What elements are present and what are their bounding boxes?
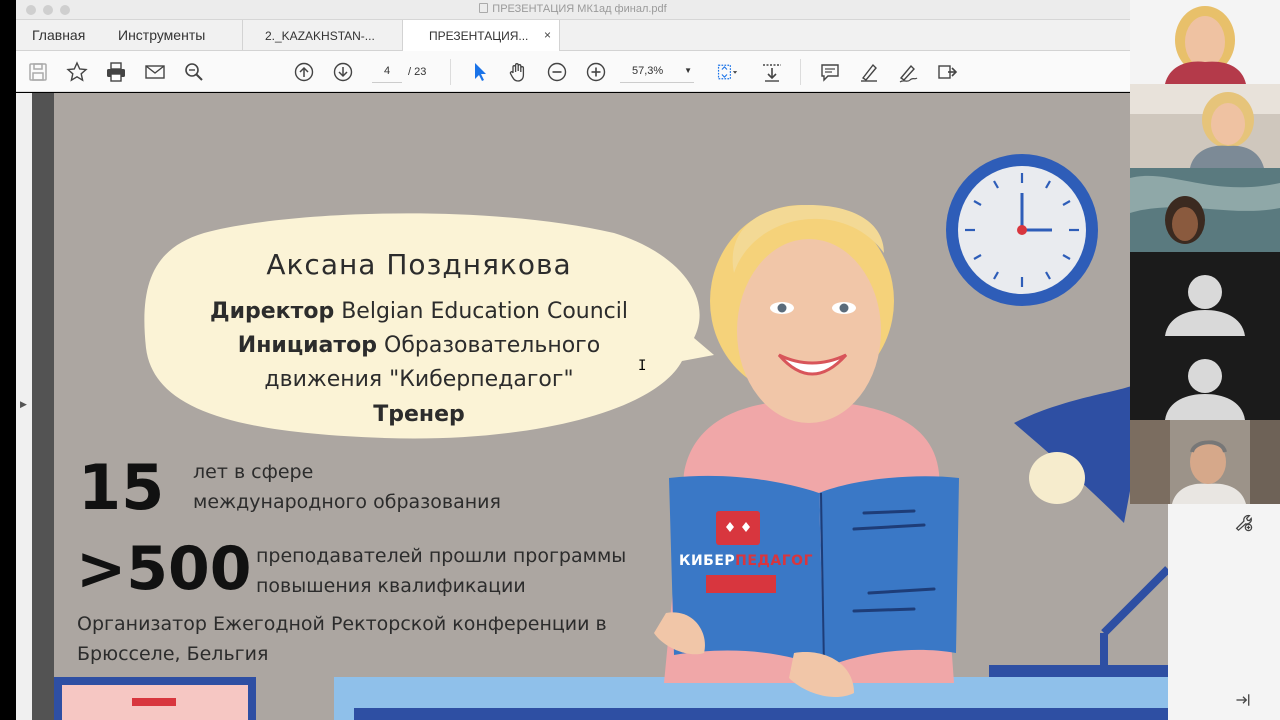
participant-video xyxy=(1130,420,1280,504)
left-panel-toggle[interactable]: ▶ xyxy=(16,93,32,720)
clock-icon xyxy=(946,154,1098,306)
bookmark-star-icon[interactable] xyxy=(65,60,89,84)
print-icon[interactable] xyxy=(104,60,128,84)
window-titlebar: ПРЕЗЕНТАЦИЯ МК1ад финал.pdf xyxy=(16,0,1130,20)
avatar-placeholder-icon xyxy=(1130,336,1280,420)
tab-label: 2._KAZAKHSTAN-... xyxy=(265,29,375,43)
next-page-icon[interactable] xyxy=(331,60,355,84)
zoom-level-select[interactable]: 57,3% ▼ xyxy=(620,61,694,83)
video-tile-2[interactable] xyxy=(1130,84,1280,168)
tools-wrench-icon[interactable] xyxy=(1232,511,1254,533)
zoom-in-icon[interactable] xyxy=(584,60,608,84)
slide-illustration xyxy=(54,154,1168,720)
toolbar-divider xyxy=(450,59,451,85)
video-participants-panel xyxy=(1130,0,1280,504)
tab-kazakhstan[interactable]: 2._KAZAKHSTAN-... xyxy=(242,20,402,51)
page-number-input[interactable]: 4 xyxy=(372,61,402,83)
previous-page-icon[interactable] xyxy=(292,60,316,84)
window-title-wrap: ПРЕЗЕНТАЦИЯ МК1ад финал.pdf xyxy=(16,3,1130,15)
tab-label: ПРЕЗЕНТАЦИЯ... xyxy=(429,29,529,43)
email-icon[interactable] xyxy=(143,60,167,84)
window-title: ПРЕЗЕНТАЦИЯ МК1ад финал.pdf xyxy=(492,3,667,15)
comment-icon[interactable] xyxy=(818,60,842,84)
menu-home[interactable]: Главная xyxy=(32,27,85,43)
toolbar-divider xyxy=(800,59,801,85)
book-logo-part2: ПЕДАГОГ xyxy=(735,553,813,569)
scroll-mode-icon[interactable] xyxy=(760,60,784,84)
zoom-out-icon[interactable] xyxy=(545,60,569,84)
video-tile-4[interactable] xyxy=(1130,252,1280,336)
video-tile-6[interactable] xyxy=(1130,420,1280,504)
expand-arrow-icon: ▶ xyxy=(20,399,27,409)
chevron-down-icon: ▼ xyxy=(684,66,692,75)
text-cursor-icon: I xyxy=(638,358,647,374)
select-cursor-icon[interactable] xyxy=(468,60,492,84)
collapse-panel-icon[interactable] xyxy=(1232,689,1254,711)
video-tile-5[interactable] xyxy=(1130,336,1280,420)
book xyxy=(669,475,959,669)
hand-tool-icon[interactable] xyxy=(506,60,530,84)
pdf-file-icon xyxy=(479,3,489,13)
participant-video xyxy=(1130,0,1280,84)
tab-presentation[interactable]: ПРЕЗЕНТАЦИЯ... × xyxy=(402,20,560,51)
draw-sign-icon[interactable] xyxy=(896,60,920,84)
highlight-pen-icon[interactable] xyxy=(857,60,881,84)
share-tools-icon[interactable] xyxy=(935,60,959,84)
zoom-search-icon[interactable] xyxy=(182,60,206,84)
avatar-placeholder-icon xyxy=(1130,252,1280,336)
participant-video xyxy=(1130,84,1280,168)
menu-tools[interactable]: Инструменты xyxy=(118,27,205,43)
speaker-photo xyxy=(710,205,894,423)
video-tile-1[interactable] xyxy=(1130,0,1280,84)
book-logo-part1: КИБЕР xyxy=(679,553,736,569)
zoom-level-value: 57,3% xyxy=(632,65,664,77)
participant-video xyxy=(1130,168,1280,252)
pdf-page: Аксана Позднякова Директор Belgian Educa… xyxy=(54,93,1168,720)
tab-bar: Главная Инструменты 2._KAZAKHSTAN-... ПР… xyxy=(16,20,1130,51)
fit-page-icon[interactable] xyxy=(712,60,742,84)
video-tile-3[interactable] xyxy=(1130,168,1280,252)
screen: ПРЕЗЕНТАЦИЯ МК1ад финал.pdf Главная Инст… xyxy=(0,0,1280,720)
book-logo: КИБЕРПЕДАГОГ xyxy=(679,553,813,569)
toolbar: 4 / 23 57,3% ▼ xyxy=(16,51,1130,92)
tab-close-button[interactable]: × xyxy=(544,28,551,42)
save-icon[interactable] xyxy=(26,60,50,84)
page-total: / 23 xyxy=(408,66,427,78)
